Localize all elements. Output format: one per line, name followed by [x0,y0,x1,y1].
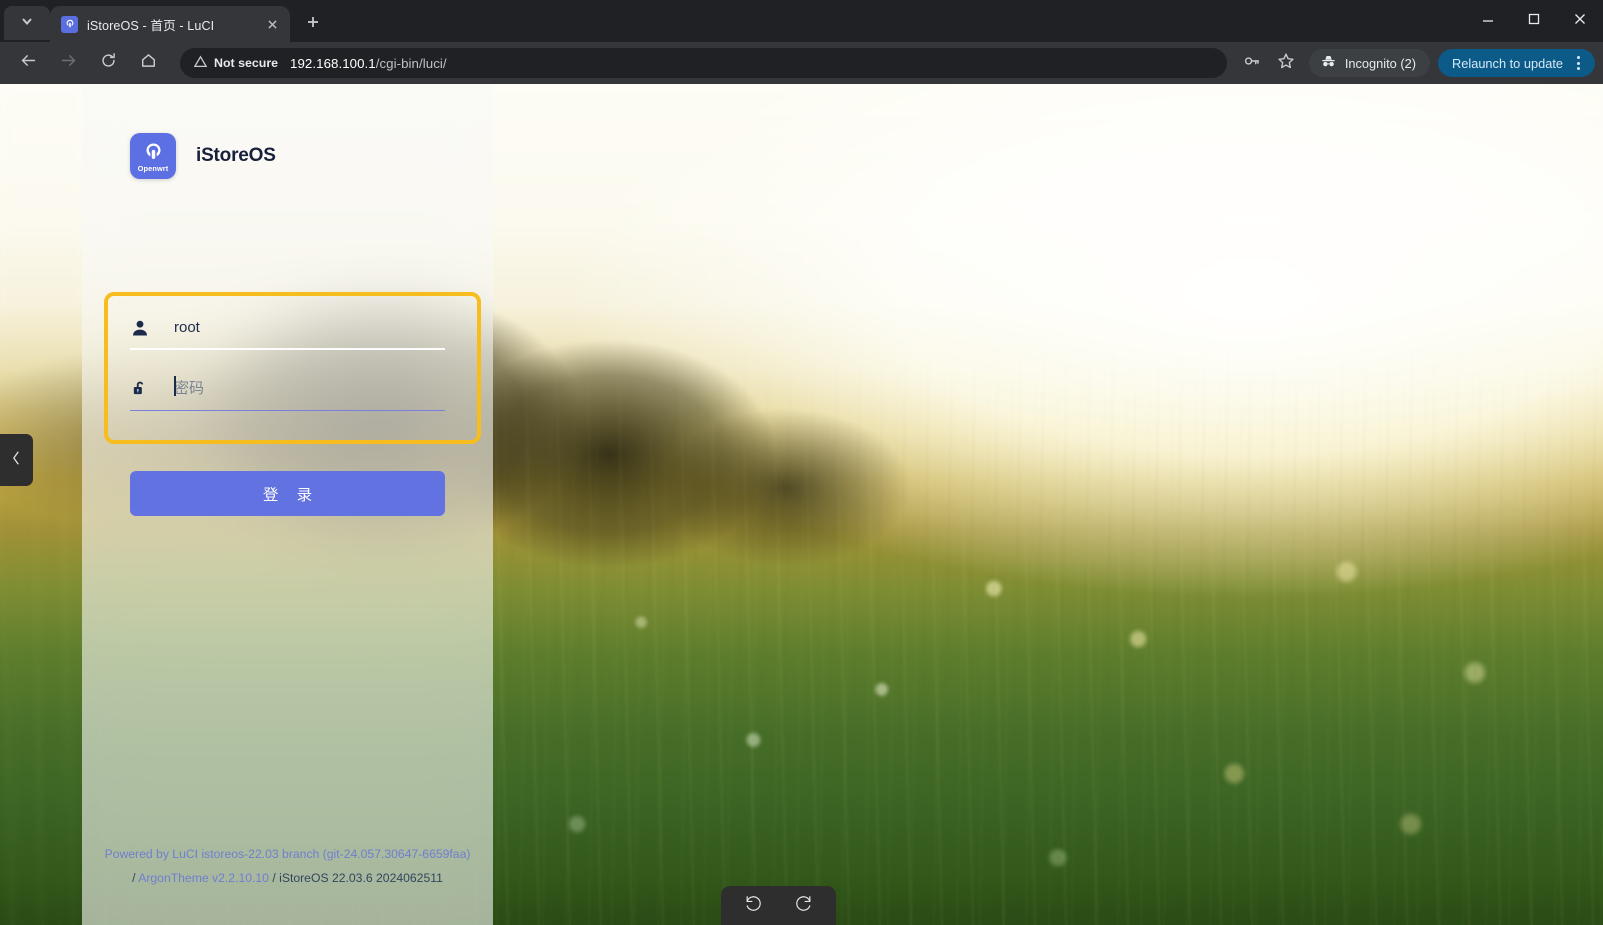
openwrt-favicon-icon [61,15,78,33]
browser-toolbar: Not secure 192.168.100.1/cgi-bin/luci/ I… [0,42,1603,84]
login-submit-button[interactable]: 登 录 [130,471,445,516]
reload-icon [100,52,117,74]
rotate-right-icon [794,894,813,918]
url-host: 192.168.100.1 [290,55,376,71]
tab-title: iStoreOS - 首页 - LuCI [87,18,215,33]
warning-triangle-icon [193,55,214,71]
username-underline [130,348,445,350]
back-button[interactable] [13,48,43,78]
star-icon [1277,52,1295,75]
arrow-right-icon [60,52,77,74]
footer-line2-suffix: / iStoreOS 22.03.6 2024062511 [268,871,443,886]
rotate-right-button[interactable] [786,891,820,921]
url-path: /cgi-bin/luci/ [375,55,447,71]
password-text-caret [174,376,176,396]
maximize-icon [1528,12,1540,30]
window-controls [1465,0,1603,42]
unlock-padlock-icon [130,379,160,399]
username-input[interactable] [160,312,445,344]
user-icon [130,318,160,338]
page-viewport: Openwrt iStoreOS root 登 录 Powered by LuC… [0,84,1603,925]
window-close-button[interactable] [1557,0,1603,42]
incognito-hat-icon [1320,53,1345,73]
new-tab-button[interactable] [298,9,328,39]
login-panel: Openwrt iStoreOS root 登 录 Powered by LuC… [82,84,493,925]
relaunch-to-update-button[interactable]: Relaunch to update [1438,49,1595,77]
forward-button[interactable] [53,48,83,78]
browser-tab[interactable]: iStoreOS - 首页 - LuCI [50,6,290,42]
rotate-toolbar [721,886,836,925]
rotate-left-icon [744,894,763,918]
address-bar[interactable]: Not secure 192.168.100.1/cgi-bin/luci/ [180,48,1227,78]
footer-line-2: / ArgonTheme v2.2.10.10 / iStoreOS 22.03… [94,867,481,891]
incognito-label: Incognito (2) [1344,55,1416,71]
argon-theme-link[interactable]: ArgonTheme v2.2.10.10 [138,871,269,885]
security-label: Not secure [214,56,279,70]
username-field-row [130,306,445,350]
password-underline [130,409,445,411]
brand-block: Openwrt iStoreOS [130,133,276,179]
login-form [130,306,445,428]
tab-search-button[interactable] [4,6,50,40]
home-icon [140,52,157,74]
key-icon [1243,52,1261,75]
footer-line-1: Powered by LuCI istoreos-22.03 branch (g… [94,843,481,867]
relaunch-label: Relaunch to update [1452,55,1563,71]
reload-button[interactable] [93,48,123,78]
chevron-left-icon [11,450,22,471]
password-manager-button[interactable] [1238,49,1266,77]
plus-icon [306,15,320,34]
rotate-left-button[interactable] [737,891,771,921]
home-button[interactable] [133,48,163,78]
password-input[interactable] [160,373,445,405]
page-footer: Powered by LuCI istoreos-22.03 branch (g… [82,843,493,891]
kebab-menu-icon[interactable] [1567,52,1589,74]
app-root: Openwrt iStoreOS root 登 录 Powered by LuC… [0,0,1603,925]
bookmark-button[interactable] [1272,49,1300,77]
openwrt-logo-caption: Openwrt [137,164,169,174]
tab-strip: iStoreOS - 首页 - LuCI [0,0,1603,42]
openwrt-logo-icon: Openwrt [130,133,176,179]
password-field-row [130,367,445,411]
tab-close-button[interactable] [263,15,282,34]
left-blur-strip [0,84,82,925]
window-close-icon [1574,12,1586,30]
window-maximize-button[interactable] [1511,0,1557,42]
browser-chrome: iStoreOS - 首页 - LuCI Not secure 192.168.… [0,0,1603,84]
sidebar-collapse-handle[interactable] [0,434,33,486]
minimize-icon [1482,12,1494,30]
chevron-down-icon [20,14,34,33]
brand-title: iStoreOS [196,145,276,166]
url-text: 192.168.100.1/cgi-bin/luci/ [290,56,447,71]
arrow-left-icon [20,52,37,74]
window-minimize-button[interactable] [1465,0,1511,42]
site-security-indicator[interactable]: Not secure [193,55,279,71]
luci-version-link[interactable]: Powered by LuCI istoreos-22.03 branch (g… [105,847,471,861]
incognito-indicator[interactable]: Incognito (2) [1308,49,1430,77]
